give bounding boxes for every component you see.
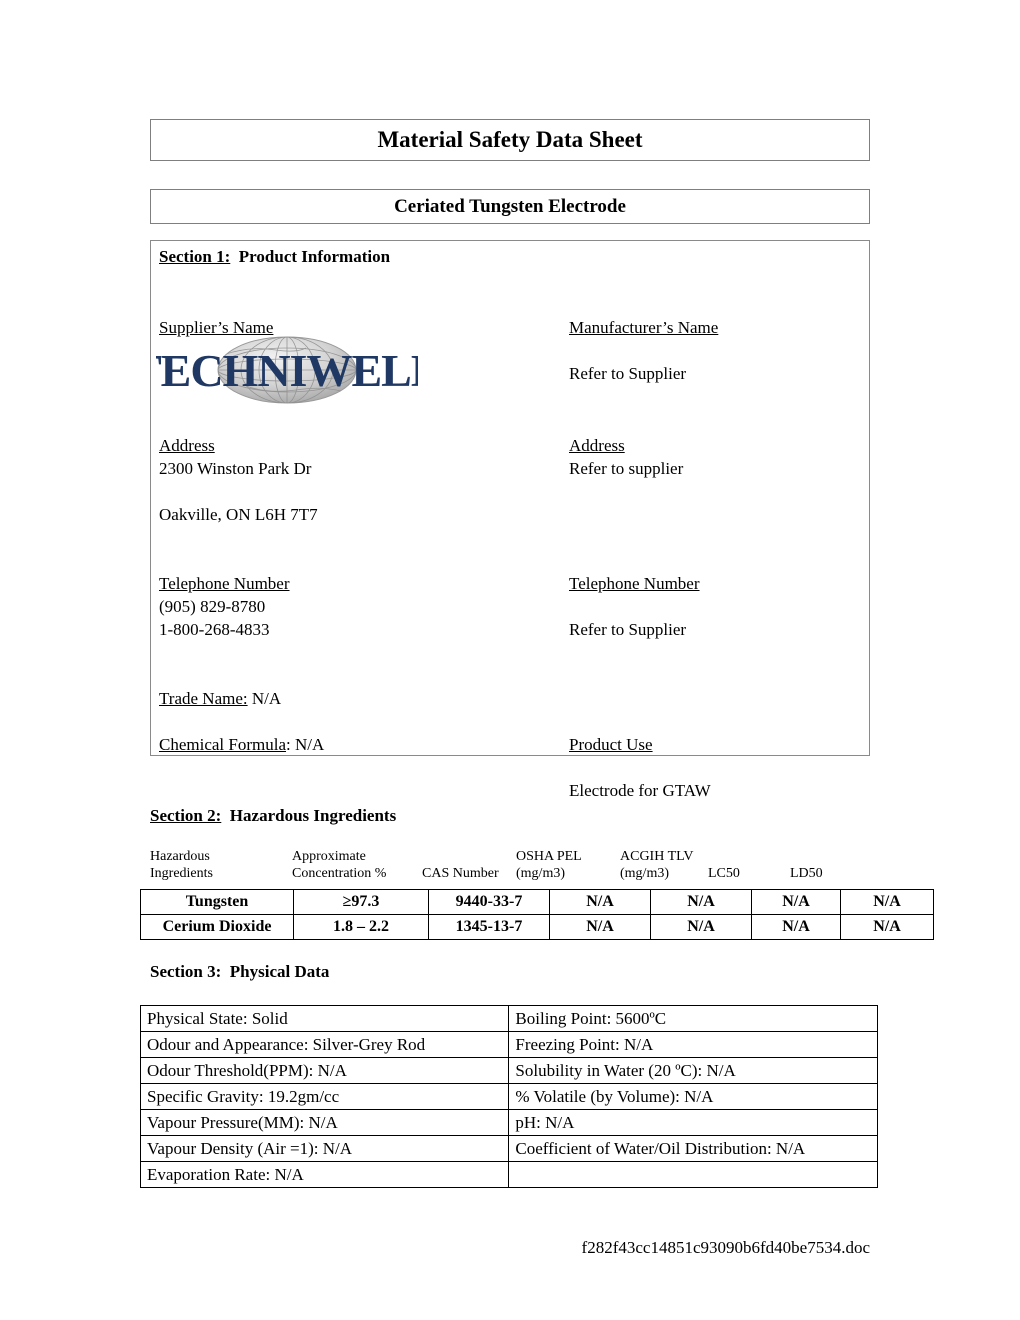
supplier-telephone-2: 1-800-268-4833 (159, 620, 270, 639)
cell-cas-number: 1345-13-7 (428, 914, 550, 940)
table-row: Cerium Dioxide 1.8 – 2.2 1345-13-7 N/A N… (140, 914, 934, 940)
cell-physical-left: Evaporation Rate: N/A (139, 1161, 510, 1188)
trade-name-label: Trade Name: (159, 689, 248, 708)
cell-ingredient: Cerium Dioxide (140, 914, 294, 940)
product-use-group: Product Use Electrode for GTAW (569, 710, 711, 802)
cell-physical-left: Physical State: Solid (139, 1005, 510, 1032)
cell-cas-number: 9440-33-7 (428, 889, 550, 915)
cell-physical-left: Odour and Appearance: Silver-Grey Rod (139, 1031, 510, 1058)
column-header-cas-number: CAS Number (422, 866, 499, 881)
manufacturer-name-value: Refer to Supplier (569, 364, 687, 383)
cell-physical-right: % Volatile (by Volume): N/A (508, 1083, 878, 1110)
techniweld-logo: TECHNIWELD (156, 334, 418, 404)
cell-concentration: ≥97.3 (293, 889, 429, 915)
section-2-heading: Section 2: Hazardous Ingredients (150, 806, 396, 826)
table-row: Specific Gravity: 19.2gm/cc % Volatile (… (139, 1083, 878, 1110)
cell-physical-right (508, 1161, 878, 1188)
supplier-telephone-label-group: Telephone Number (159, 549, 290, 595)
column-header-concentration: Approximate Concentration % (292, 849, 387, 881)
manufacturer-address-value: Refer to supplier (569, 459, 684, 478)
supplier-telephone-label: Telephone Number (159, 574, 290, 593)
cell-physical-left: Vapour Pressure(MM): N/A (139, 1109, 510, 1136)
cell-physical-left: Specific Gravity: 19.2gm/cc (139, 1083, 510, 1110)
cell-physical-right: pH: N/A (508, 1109, 878, 1136)
manufacturer-address-label: Address (569, 436, 625, 455)
supplier-address-line1: 2300 Winston Park Dr (159, 459, 312, 478)
section-2-name: Hazardous Ingredients (229, 806, 397, 825)
section-3-name: Physical Data (229, 962, 330, 981)
chemical-formula-value: : N/A (286, 735, 325, 754)
trade-name-value: N/A (251, 689, 282, 708)
manufacturer-telephone-label: Telephone Number (569, 574, 700, 593)
table-row: Physical State: Solid Boiling Point: 560… (139, 1005, 878, 1032)
cell-physical-right: Freezing Point: N/A (508, 1031, 878, 1058)
column-header-ld50: LD50 (790, 866, 823, 881)
product-use-label: Product Use (569, 735, 653, 754)
cell-ld50: N/A (840, 889, 934, 915)
section-1-product-information: Section 1: Product Information Supplier’… (150, 240, 870, 800)
cell-lc50: N/A (751, 889, 841, 915)
physical-data-table: Physical State: Solid Boiling Point: 560… (139, 1005, 878, 1188)
supplier-address-label: Address (159, 436, 215, 455)
section-3-number: Section 3: (150, 962, 222, 981)
table-row: Evaporation Rate: N/A (139, 1161, 878, 1188)
cell-acgih-tlv: N/A (650, 914, 752, 940)
manufacturer-name-group: Manufacturer’s Name Refer to Supplier (569, 293, 718, 385)
cell-physical-right: Coefficient of Water/Oil Distribution: N… (508, 1135, 878, 1162)
logo-wordmark: TECHNIWELD (156, 345, 418, 396)
column-header-acgih-tlv: ACGIH TLV (mg/m3) (620, 849, 694, 881)
section-2-number: Section 2: (150, 806, 222, 825)
manufacturer-name-label: Manufacturer’s Name (569, 318, 719, 337)
table-row: Vapour Density (Air =1): N/A Coefficient… (139, 1135, 878, 1162)
cell-physical-right: Boiling Point: 5600ºC (508, 1005, 878, 1032)
manufacturer-address-label-group: Address (569, 411, 625, 457)
hazardous-ingredients-table: Tungsten ≥97.3 9440-33-7 N/A N/A N/A N/A… (140, 889, 934, 940)
section-1-heading: Section 1: Product Information (159, 247, 390, 267)
cell-physical-right: Solubility in Water (20 ºC): N/A (508, 1057, 878, 1084)
chemical-formula-label: Chemical Formula (159, 735, 287, 754)
cell-concentration: 1.8 – 2.2 (293, 914, 429, 940)
footer-filename: f282f43cc14851c93090b6fd40be7534.doc (581, 1238, 870, 1257)
cell-osha-pel: N/A (549, 914, 651, 940)
table-row: Odour Threshold(PPM): N/A Solubility in … (139, 1057, 878, 1084)
supplier-telephone-1: (905) 829-8780 (159, 597, 266, 616)
document-title: Material Safety Data Sheet (377, 127, 643, 152)
table-row: Tungsten ≥97.3 9440-33-7 N/A N/A N/A N/A (140, 889, 934, 915)
table-row: Vapour Pressure(MM): N/A pH: N/A (139, 1109, 878, 1136)
cell-physical-left: Vapour Density (Air =1): N/A (139, 1135, 510, 1162)
column-header-osha-pel: OSHA PEL (mg/m3) (516, 849, 582, 881)
column-header-ingredients: Hazardous Ingredients (150, 849, 213, 881)
table-row: Odour and Appearance: Silver-Grey Rod Fr… (139, 1031, 878, 1058)
section-1-number: Section 1: (159, 247, 231, 266)
section-3-heading: Section 3: Physical Data (150, 962, 329, 982)
document-page: Material Safety Data Sheet Ceriated Tung… (0, 0, 1020, 1320)
section-1-name: Product Information (238, 247, 391, 266)
cell-acgih-tlv: N/A (650, 889, 752, 915)
chemical-formula-group: Chemical Formula: N/A (159, 710, 324, 756)
trade-name-group: Trade Name: N/A (159, 664, 281, 710)
document-title-box: Material Safety Data Sheet (150, 119, 870, 161)
column-header-lc50: LC50 (708, 866, 740, 881)
cell-ld50: N/A (840, 914, 934, 940)
cell-physical-left: Odour Threshold(PPM): N/A (139, 1057, 510, 1084)
supplier-address-label-group: Address (159, 411, 215, 457)
product-title-box: Ceriated Tungsten Electrode (150, 189, 870, 224)
cell-lc50: N/A (751, 914, 841, 940)
hazardous-ingredients-column-headers: Hazardous Ingredients Approximate Concen… (148, 848, 848, 888)
product-use-value: Electrode for GTAW (569, 781, 711, 800)
supplier-address-line2: Oakville, ON L6H 7T7 (159, 505, 318, 524)
cell-osha-pel: N/A (549, 889, 651, 915)
manufacturer-telephone-value: Refer to Supplier (569, 620, 687, 639)
supplier-name-label-group: Supplier’s Name (159, 293, 273, 339)
cell-ingredient: Tungsten (140, 889, 294, 915)
manufacturer-telephone-group: Telephone Number Refer to Supplier (569, 549, 700, 641)
product-title: Ceriated Tungsten Electrode (394, 196, 626, 217)
